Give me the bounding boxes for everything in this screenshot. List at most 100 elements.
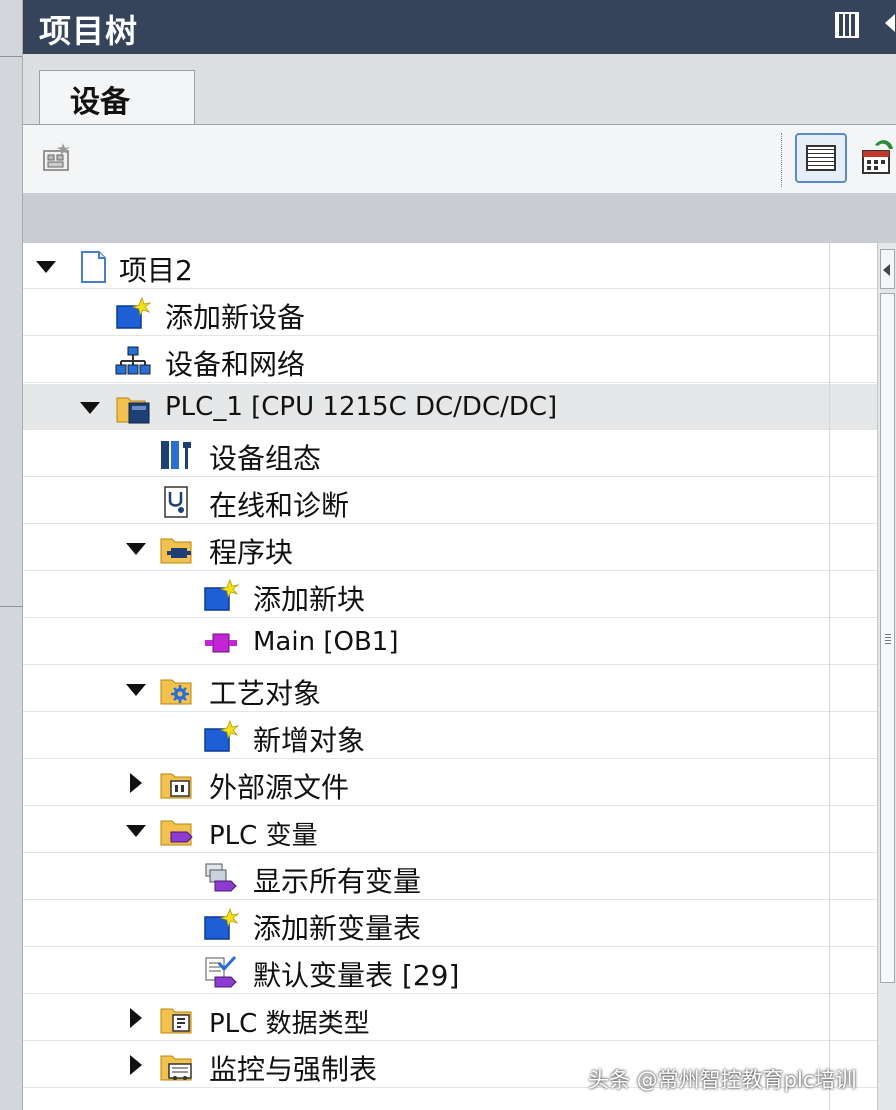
tree-row-status-cell (830, 619, 878, 665)
list-view-button[interactable] (795, 133, 847, 183)
tree-row-status-cell (830, 337, 878, 383)
watch-folder-icon (160, 1055, 192, 1081)
tree-item-label: PLC 变量 (209, 821, 318, 851)
tree-row[interactable]: 设备和网络 (23, 337, 829, 383)
tree-item-label: 外部源文件 (209, 771, 350, 804)
tree-row-status-cell (830, 666, 878, 712)
toolbar-separator (781, 133, 783, 187)
ob-block-icon (205, 633, 237, 653)
overview-icon[interactable] (861, 137, 895, 177)
tree-status-column (829, 243, 878, 1110)
tree-item-label: 工艺对象 (209, 677, 322, 710)
tree-row-status-cell (830, 243, 878, 289)
tree-row[interactable]: 外部源文件 (23, 760, 829, 806)
collapse-arrow-icon[interactable] (35, 256, 57, 278)
tree-row-status-cell (830, 431, 878, 477)
tree-row[interactable]: 新增对象 (23, 713, 829, 759)
list-view-icon (806, 145, 836, 171)
tree-row[interactable]: 显示所有变量 (23, 854, 829, 900)
tree-row[interactable]: Main [OB1] (23, 619, 829, 665)
network-icon (115, 346, 151, 375)
tree-item-label: 程序块 (209, 536, 294, 569)
tab-strip: 设备 (23, 54, 896, 126)
tree-row-status-cell (830, 572, 878, 618)
tree-row-status-cell (830, 478, 878, 524)
tree-row[interactable]: 默认变量表 [29] (23, 948, 829, 994)
show-tags-icon (205, 863, 237, 892)
panel-title: 项目树 (39, 12, 139, 50)
tree-row-status-cell (830, 384, 878, 430)
tree-item-label: Main [OB1] (253, 627, 399, 657)
add-new-icon (204, 579, 239, 611)
tree-row[interactable]: PLC 变量 (23, 807, 829, 853)
tree-item-label: 添加新设备 (165, 301, 306, 334)
watermark: 头条 @常州智控教育plc培训 (588, 1068, 857, 1092)
tree-row-status-cell (830, 995, 878, 1041)
source-files-folder-icon (160, 773, 192, 799)
plc-folder-icon (116, 397, 150, 424)
tree-row[interactable]: 项目2 (23, 243, 829, 289)
strip-divider (0, 56, 22, 57)
collapse-panel-icon[interactable] (885, 14, 895, 32)
tree-row[interactable]: 程序块 (23, 525, 829, 571)
tree-row-status-cell (830, 290, 878, 336)
tree-row-status-cell (830, 713, 878, 759)
tree-row[interactable]: 添加新变量表 (23, 901, 829, 947)
add-new-icon (204, 720, 239, 752)
project-tree-title-bar: 项目树 (23, 0, 896, 54)
datatype-folder-icon (160, 1008, 192, 1034)
header-band (23, 193, 896, 243)
scroll-thumb[interactable] (880, 293, 895, 983)
columns-toggle-icon[interactable] (835, 12, 859, 38)
device-config-icon (161, 441, 191, 469)
tree-item-label: 添加新块 (253, 583, 366, 616)
tree-row[interactable]: PLC_1 [CPU 1215C DC/DC/DC] (23, 384, 829, 430)
tag-table-icon (205, 955, 237, 988)
tree-item-label: 添加新变量表 (253, 912, 422, 945)
tree-item-label: 设备和网络 (165, 348, 306, 381)
add-new-icon (116, 297, 151, 329)
tree-row-status-cell (830, 807, 878, 853)
tree-row[interactable]: 工艺对象 (23, 666, 829, 712)
tree-row[interactable]: 添加新块 (23, 572, 829, 618)
expand-arrow-icon[interactable] (125, 1008, 147, 1030)
new-group-icon[interactable] (41, 141, 75, 173)
tree-item-label: 监控与强制表 (209, 1053, 378, 1086)
tree-row[interactable]: 在线和诊断 (23, 478, 829, 524)
collapse-arrow-icon[interactable] (125, 538, 147, 560)
tab-devices[interactable]: 设备 (39, 70, 195, 124)
tree-row-status-cell (830, 854, 878, 900)
add-new-icon (204, 908, 239, 940)
tree-item-label: 在线和诊断 (209, 489, 350, 522)
tree-item-label: 项目2 (119, 254, 193, 287)
collapse-arrow-icon[interactable] (125, 679, 147, 701)
left-collapsed-strip[interactable] (0, 0, 23, 1110)
tree-row-status-cell (830, 948, 878, 994)
project-icon (81, 251, 106, 283)
tree-row-status-cell (830, 760, 878, 806)
vertical-scrollbar[interactable] (877, 243, 896, 1110)
tree-item-label: 默认变量表 [29] (253, 959, 460, 992)
tree-item-label: 设备组态 (209, 442, 322, 475)
tree-item-label: PLC_1 [CPU 1215C DC/DC/DC] (165, 392, 558, 422)
tree-row[interactable]: PLC 数据类型 (23, 995, 829, 1041)
strip-divider (0, 606, 22, 607)
collapse-arrow-icon[interactable] (125, 820, 147, 842)
tree-item-label: 新增对象 (253, 724, 366, 757)
tree-item-label: 显示所有变量 (253, 865, 422, 898)
technology-folder-icon (160, 679, 192, 705)
collapse-arrow-icon[interactable] (79, 397, 101, 419)
project-tree: 项目2 添加新设备设备和网络 PLC_1 [CPU 1215C DC/DC/DC] 设… (23, 243, 829, 1110)
tree-row-status-cell (830, 901, 878, 947)
tree-row-status-cell (830, 525, 878, 571)
toolbar (23, 125, 896, 193)
tags-folder-icon (160, 820, 193, 846)
scroll-up-button[interactable] (880, 249, 895, 289)
diagnostics-icon (164, 486, 188, 518)
expand-arrow-icon[interactable] (125, 773, 147, 795)
tree-row[interactable]: 添加新设备 (23, 290, 829, 336)
scroll-grip (885, 634, 891, 644)
tree-row[interactable]: 设备组态 (23, 431, 829, 477)
expand-arrow-icon[interactable] (125, 1055, 147, 1077)
program-blocks-folder-icon (160, 538, 192, 564)
